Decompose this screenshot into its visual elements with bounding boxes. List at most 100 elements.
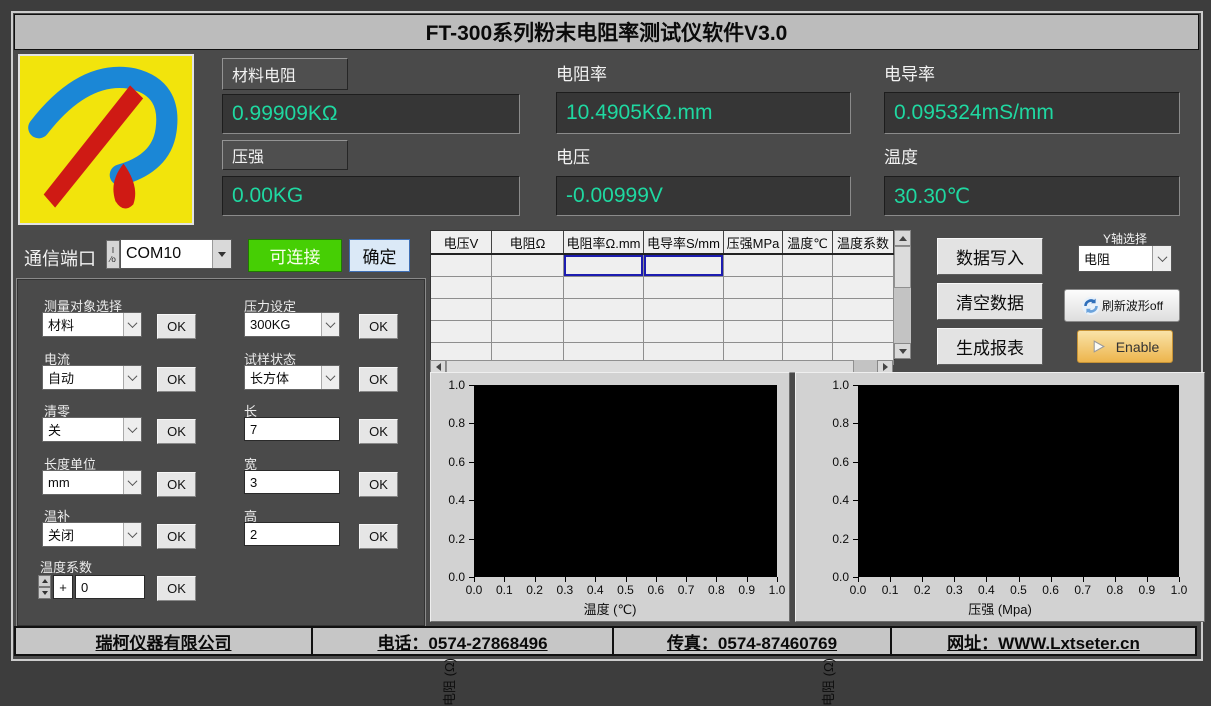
length-unit-ok-button[interactable]: OK	[157, 472, 196, 497]
table-cell[interactable]	[724, 255, 783, 276]
table-cell[interactable]	[492, 299, 564, 320]
table-cell[interactable]	[492, 277, 564, 298]
table-cell[interactable]	[431, 321, 492, 342]
titlebar: FT-300系列粉末电阻率测试仪软件V3.0	[14, 14, 1199, 50]
measure-object-select[interactable]: 材料	[42, 312, 142, 337]
chevron-down-icon[interactable]	[123, 366, 141, 389]
temp-coef-stepper[interactable]	[38, 575, 51, 599]
table-vertical-scrollbar[interactable]	[894, 230, 911, 359]
enable-button[interactable]: Enable	[1077, 330, 1173, 363]
table-cell[interactable]	[833, 321, 894, 342]
generate-report-button[interactable]: 生成报表	[937, 328, 1043, 365]
table-cell[interactable]	[724, 299, 783, 320]
temp-comp-ok-button[interactable]: OK	[157, 524, 196, 549]
table-cell[interactable]	[564, 277, 644, 298]
chevron-down-icon[interactable]	[212, 240, 231, 268]
plot-area[interactable]	[858, 385, 1179, 577]
table-cell[interactable]	[724, 277, 783, 298]
scrollbar-thumb[interactable]	[894, 246, 911, 288]
clear-data-button[interactable]: 清空数据	[937, 283, 1043, 320]
temp-coef-ok-button[interactable]: OK	[157, 576, 196, 601]
height-input[interactable]: 2	[244, 522, 340, 546]
chevron-down-icon[interactable]	[1152, 246, 1171, 271]
height-ok-button[interactable]: OK	[359, 524, 398, 549]
pressure-set-ok-button[interactable]: OK	[359, 314, 398, 339]
table-cell[interactable]	[431, 255, 492, 276]
table-cell[interactable]	[492, 321, 564, 342]
table-cell[interactable]	[833, 299, 894, 320]
confirm-button[interactable]: 确定	[349, 239, 410, 272]
sample-state-ok-button[interactable]: OK	[359, 367, 398, 392]
table-cell[interactable]	[644, 255, 724, 276]
table-cell[interactable]	[783, 299, 833, 320]
x-tick-mark	[1083, 577, 1084, 582]
temp-comp-select[interactable]: 关闭	[42, 522, 142, 547]
table-header-cell[interactable]: 电阻Ω	[492, 231, 564, 253]
table-header-cell[interactable]: 温度系数	[833, 231, 894, 253]
plot-area[interactable]	[474, 385, 777, 577]
temperature-value: 30.30℃	[884, 176, 1180, 216]
chevron-down-icon[interactable]	[321, 313, 339, 336]
table-cell[interactable]	[644, 299, 724, 320]
table-cell[interactable]	[783, 321, 833, 342]
sample-state-select[interactable]: 长方体	[244, 365, 340, 390]
scroll-up-icon[interactable]	[894, 230, 911, 246]
x-tick-label: 0.0	[843, 583, 873, 597]
write-data-button[interactable]: 数据写入	[937, 238, 1043, 275]
logo-r-icon	[20, 56, 188, 219]
y-axis-title: 电阻 (Ω)	[439, 658, 458, 706]
table-cell[interactable]	[833, 277, 894, 298]
scroll-down-icon[interactable]	[894, 343, 911, 359]
refresh-waveform-button[interactable]: 刷新波形off	[1064, 289, 1180, 322]
table-cell[interactable]	[564, 321, 644, 342]
table-cell[interactable]	[644, 277, 724, 298]
y-tick-mark	[469, 385, 474, 386]
table-cell[interactable]	[833, 255, 894, 276]
x-tick-mark	[1147, 577, 1148, 582]
table-cell[interactable]	[644, 321, 724, 342]
x-tick-mark	[986, 577, 987, 582]
sample-state-value: 长方体	[245, 368, 321, 387]
length-ok-button[interactable]: OK	[359, 419, 398, 444]
chevron-down-icon[interactable]	[123, 523, 141, 546]
table-cell[interactable]	[724, 321, 783, 342]
table-header-cell[interactable]: 电导率S/mm	[644, 231, 724, 253]
current-ok-button[interactable]: OK	[157, 367, 196, 392]
table-header-cell[interactable]: 电压V	[431, 231, 492, 253]
length-unit-select[interactable]: mm	[42, 470, 142, 495]
chevron-down-icon[interactable]	[321, 366, 339, 389]
table-header-cell[interactable]: 压强MPa	[724, 231, 783, 253]
table-cell[interactable]	[564, 299, 644, 320]
current-select[interactable]: 自动	[42, 365, 142, 390]
width-ok-button[interactable]: OK	[359, 472, 398, 497]
chevron-down-icon[interactable]	[123, 418, 141, 441]
length-input[interactable]: 7	[244, 417, 340, 441]
zero-ok-button[interactable]: OK	[157, 419, 196, 444]
table-cell[interactable]	[431, 277, 492, 298]
temperature-label: 温度	[884, 143, 918, 168]
width-input[interactable]: 3	[244, 470, 340, 494]
table-row	[431, 321, 894, 343]
table-cell[interactable]	[783, 277, 833, 298]
x-tick-label: 0.4	[971, 583, 1001, 597]
connect-status-button[interactable]: 可连接	[248, 239, 342, 272]
stepper-down-icon[interactable]	[38, 587, 51, 599]
table-cell[interactable]	[564, 255, 644, 276]
y-axis-select[interactable]: 电阻	[1078, 245, 1172, 272]
pressure-set-select[interactable]: 300KG	[244, 312, 340, 337]
chevron-down-icon[interactable]	[123, 313, 141, 336]
x-tick-mark	[626, 577, 627, 582]
table-cell[interactable]	[431, 299, 492, 320]
table-header-cell[interactable]: 温度℃	[783, 231, 833, 253]
zero-select[interactable]: 关	[42, 417, 142, 442]
x-tick-mark	[1019, 577, 1020, 582]
table-header-cell[interactable]: 电阻率Ω.mm	[564, 231, 644, 253]
temp-coef-input[interactable]: 0	[75, 575, 145, 599]
table-row	[431, 277, 894, 299]
table-cell[interactable]	[492, 255, 564, 276]
table-cell[interactable]	[783, 255, 833, 276]
measure-object-ok-button[interactable]: OK	[157, 314, 196, 339]
stepper-up-icon[interactable]	[38, 575, 51, 587]
chevron-down-icon[interactable]	[123, 471, 141, 494]
com-port-select[interactable]: COM10	[120, 239, 232, 269]
